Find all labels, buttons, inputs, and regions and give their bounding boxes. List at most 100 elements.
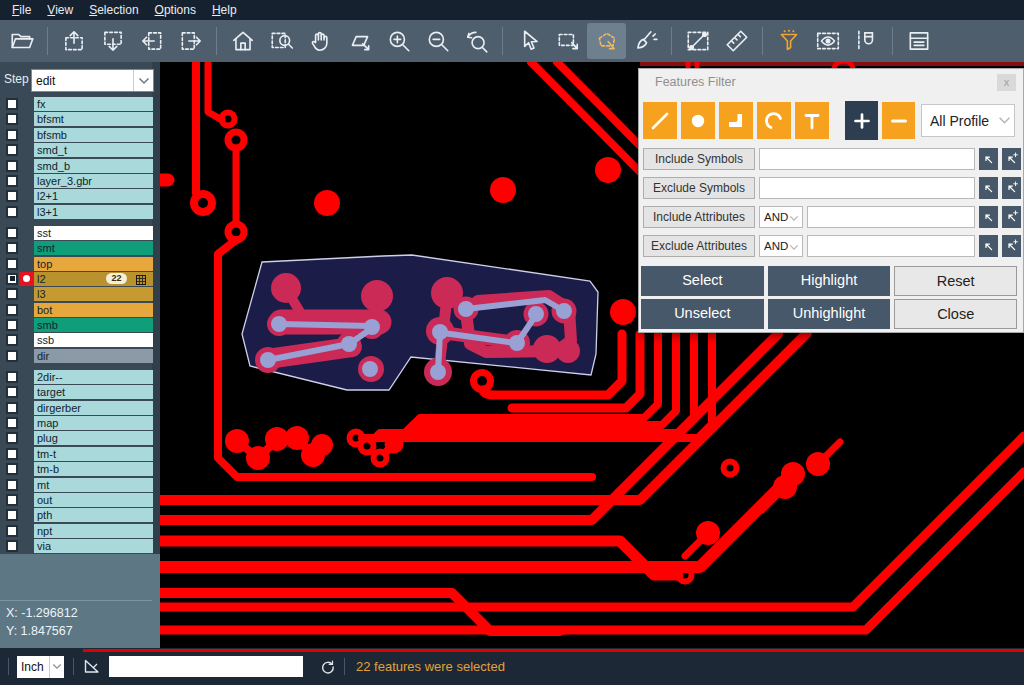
layer-name[interactable]: smd_t bbox=[34, 143, 153, 157]
zoom-area-button[interactable] bbox=[340, 23, 379, 59]
layer-checkbox[interactable] bbox=[6, 334, 18, 346]
layer-checkbox[interactable] bbox=[6, 494, 18, 506]
layer-checkbox[interactable] bbox=[6, 417, 18, 429]
layer-row-smd_b[interactable]: smd_b bbox=[0, 159, 160, 173]
layer-row-top[interactable]: top bbox=[0, 257, 160, 271]
close-button[interactable]: Close bbox=[894, 299, 1017, 329]
reset-button[interactable]: Reset bbox=[894, 266, 1017, 296]
zoom-window-button[interactable] bbox=[262, 23, 301, 59]
layer-checkbox[interactable] bbox=[6, 386, 18, 398]
layer-row-fx[interactable]: fx bbox=[0, 97, 160, 111]
menu-help[interactable]: Help bbox=[204, 1, 245, 20]
layer-checkbox[interactable] bbox=[6, 432, 18, 444]
layer-indicator-slot[interactable] bbox=[19, 174, 34, 188]
polarity-negative-button[interactable] bbox=[882, 102, 915, 139]
snap-magnet-button[interactable] bbox=[847, 23, 886, 59]
pan-down-button[interactable] bbox=[93, 23, 132, 59]
layer-indicator-slot[interactable] bbox=[19, 97, 34, 111]
layer-row-sst[interactable]: sst bbox=[0, 226, 160, 240]
pick-button[interactable] bbox=[979, 206, 998, 228]
layer-row-pth[interactable]: pth bbox=[0, 508, 160, 522]
layer-name[interactable]: tm-t bbox=[34, 447, 153, 461]
filter-input[interactable] bbox=[759, 148, 975, 170]
layer-indicator-slot[interactable] bbox=[19, 257, 34, 271]
layer-checkbox[interactable] bbox=[6, 206, 18, 218]
layer-name[interactable]: layer_3.gbr bbox=[34, 174, 153, 188]
layer-indicator-slot[interactable] bbox=[19, 385, 34, 399]
layer-indicator-slot[interactable] bbox=[19, 205, 34, 219]
layer-checkbox[interactable] bbox=[6, 144, 18, 156]
layer-name[interactable]: l3+1 bbox=[34, 205, 153, 219]
filter-type-surface-button[interactable] bbox=[719, 102, 753, 139]
layer-row-bfsmt[interactable]: bfsmt bbox=[0, 112, 160, 126]
layer-indicator-slot[interactable] bbox=[19, 303, 34, 317]
active-layer-indicator[interactable] bbox=[19, 272, 34, 286]
layer-checkbox[interactable] bbox=[6, 509, 18, 521]
command-input[interactable] bbox=[109, 656, 303, 677]
pick-add-button[interactable] bbox=[1002, 177, 1021, 199]
layer-row-l3[interactable]: l3 bbox=[0, 287, 160, 301]
pick-add-button[interactable] bbox=[1002, 206, 1021, 228]
layer-checkbox[interactable] bbox=[6, 227, 18, 239]
layer-name[interactable]: tm-b bbox=[34, 462, 153, 476]
layer-checkbox[interactable] bbox=[6, 160, 18, 172]
layer-checkbox[interactable] bbox=[6, 540, 18, 552]
layer-row-ssb[interactable]: ssb bbox=[0, 333, 160, 347]
measure-distance-button[interactable] bbox=[678, 23, 717, 59]
step-dropdown[interactable]: edit bbox=[31, 69, 154, 92]
layer-checkbox[interactable] bbox=[6, 448, 18, 460]
layer-name[interactable]: 2dir-- bbox=[34, 370, 153, 384]
unit-dropdown[interactable]: Inch bbox=[17, 656, 64, 678]
filter-input[interactable] bbox=[759, 177, 975, 199]
features-filter-button[interactable] bbox=[769, 23, 808, 59]
select-button[interactable]: Select bbox=[641, 266, 764, 296]
ruler-button[interactable] bbox=[717, 23, 756, 59]
sync-icon[interactable] bbox=[319, 658, 336, 675]
polarity-positive-button[interactable] bbox=[845, 101, 878, 140]
layer-checkbox[interactable] bbox=[6, 273, 18, 285]
pan-right-button[interactable] bbox=[171, 23, 210, 59]
layer-indicator-slot[interactable] bbox=[19, 478, 34, 492]
layer-row-2dir--[interactable]: 2dir-- bbox=[0, 370, 160, 384]
select-rectangle-button[interactable] bbox=[548, 23, 587, 59]
layer-row-npt[interactable]: npt bbox=[0, 524, 160, 538]
layer-name[interactable]: sst bbox=[34, 226, 153, 240]
layer-name[interactable]: bfsmt bbox=[34, 112, 153, 126]
highlight-button[interactable]: Highlight bbox=[768, 266, 891, 296]
filter-label-button[interactable]: Exclude Attributes bbox=[643, 235, 755, 257]
layer-name[interactable]: via bbox=[34, 539, 153, 553]
layer-name[interactable]: smb bbox=[34, 318, 153, 332]
layer-indicator-slot[interactable] bbox=[19, 539, 34, 553]
layer-indicator-slot[interactable] bbox=[19, 401, 34, 415]
layer-indicator-slot[interactable] bbox=[19, 524, 34, 538]
layer-checkbox[interactable] bbox=[6, 319, 18, 331]
layer-row-map[interactable]: map bbox=[0, 416, 160, 430]
layer-row-l2[interactable]: l222 bbox=[0, 272, 160, 286]
pick-button[interactable] bbox=[979, 148, 998, 170]
filter-type-arc-button[interactable] bbox=[757, 102, 791, 139]
layer-row-mt[interactable]: mt bbox=[0, 478, 160, 492]
filter-input[interactable] bbox=[807, 206, 975, 228]
layer-name[interactable]: npt bbox=[34, 524, 153, 538]
unhighlight-button[interactable]: Unhighlight bbox=[768, 299, 891, 329]
layer-row-out[interactable]: out bbox=[0, 493, 160, 507]
layer-indicator-slot[interactable] bbox=[19, 226, 34, 240]
layer-indicator-slot[interactable] bbox=[19, 447, 34, 461]
and-dropdown[interactable]: AND bbox=[759, 235, 803, 257]
filter-label-button[interactable]: Include Symbols bbox=[643, 148, 755, 170]
filter-label-button[interactable]: Include Attributes bbox=[643, 206, 755, 228]
layer-checkbox[interactable] bbox=[6, 304, 18, 316]
layer-row-target[interactable]: target bbox=[0, 385, 160, 399]
layer-name[interactable]: smd_b bbox=[34, 159, 153, 173]
filter-type-text-button[interactable] bbox=[795, 102, 829, 139]
layer-row-layer_3.gbr[interactable]: layer_3.gbr bbox=[0, 174, 160, 188]
layer-row-plug[interactable]: plug bbox=[0, 431, 160, 445]
menu-view[interactable]: View bbox=[39, 1, 81, 20]
pan-left-button[interactable] bbox=[132, 23, 171, 59]
pick-add-button[interactable] bbox=[1002, 148, 1021, 170]
layer-indicator-slot[interactable] bbox=[19, 349, 34, 363]
layer-checkbox[interactable] bbox=[6, 98, 18, 110]
layer-name[interactable]: top bbox=[34, 257, 153, 271]
filter-type-pad-button[interactable] bbox=[681, 102, 715, 139]
layer-indicator-slot[interactable] bbox=[19, 333, 34, 347]
